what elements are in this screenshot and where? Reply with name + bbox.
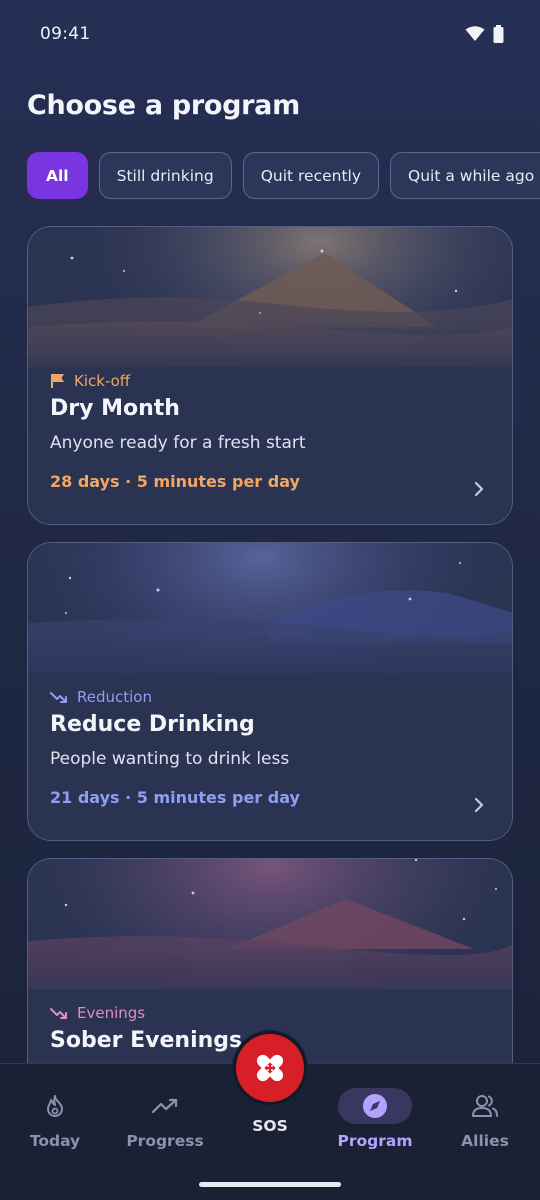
nav-item-today[interactable]: Today <box>1 1064 109 1164</box>
program-tag: Kick-off <box>50 372 490 390</box>
nav-active-indicator <box>338 1088 412 1124</box>
program-meta: 21 days · 5 minutes per day <box>50 788 300 807</box>
nav-label-today: Today <box>29 1132 81 1150</box>
trending-up-icon <box>152 1098 178 1114</box>
program-card-dry-month[interactable]: Kick-off Dry Month Anyone ready for a fr… <box>27 226 513 525</box>
status-time: 09:41 <box>40 24 91 44</box>
filter-chip-quit-a-while-ago[interactable]: Quit a while ago <box>390 152 540 199</box>
nav-item-allies[interactable]: Allies <box>431 1064 539 1164</box>
nav-item-progress[interactable]: Progress <box>111 1064 219 1164</box>
sos-label: SOS <box>252 1117 288 1135</box>
status-icons <box>465 25 504 43</box>
nav-label-progress: Progress <box>126 1132 204 1150</box>
program-card-reduce-drinking[interactable]: Reduction Reduce Drinking People wanting… <box>27 542 513 841</box>
program-meta: 28 days · 5 minutes per day <box>50 472 300 491</box>
chevron-right-icon <box>474 797 484 813</box>
users-icon <box>472 1095 498 1117</box>
sos-button-ring <box>232 1030 308 1106</box>
status-bar: 09:41 <box>0 0 540 68</box>
compass-icon <box>363 1094 387 1118</box>
filter-chip-all[interactable]: All <box>27 152 88 199</box>
program-tag-label: Evenings <box>77 1004 146 1022</box>
card-content: Reduction Reduce Drinking People wanting… <box>50 688 490 807</box>
nav-label-allies: Allies <box>461 1132 509 1150</box>
program-title: Reduce Drinking <box>50 712 255 737</box>
filter-chip-quit-recently[interactable]: Quit recently <box>242 152 380 199</box>
program-subtitle: Anyone ready for a fresh start <box>50 433 306 453</box>
program-tag: Evenings <box>50 1004 490 1022</box>
program-title: Dry Month <box>50 396 180 421</box>
filter-chip-still-drinking[interactable]: Still drinking <box>98 152 232 199</box>
program-subtitle: People wanting to drink less <box>50 749 290 769</box>
flame-icon <box>47 1095 63 1117</box>
chevron-right-icon <box>474 481 484 497</box>
page-title: Choose a program <box>27 90 300 121</box>
battery-icon <box>493 25 504 43</box>
flag-icon <box>51 374 64 388</box>
wifi-icon <box>465 26 485 41</box>
program-tag-label: Reduction <box>77 688 152 706</box>
nav-label-program: Program <box>337 1132 413 1150</box>
nav-item-program[interactable]: Program <box>321 1064 429 1164</box>
card-content: Kick-off Dry Month Anyone ready for a fr… <box>50 372 490 491</box>
home-indicator[interactable] <box>199 1182 341 1187</box>
sos-button[interactable] <box>236 1034 304 1102</box>
program-tag-label: Kick-off <box>74 372 131 390</box>
filter-chips: All Still drinking Quit recently Quit a … <box>27 152 540 199</box>
trending-down-icon <box>50 692 67 703</box>
trending-down-icon <box>50 1008 67 1019</box>
program-tag: Reduction <box>50 688 490 706</box>
bandage-icon <box>256 1054 284 1082</box>
